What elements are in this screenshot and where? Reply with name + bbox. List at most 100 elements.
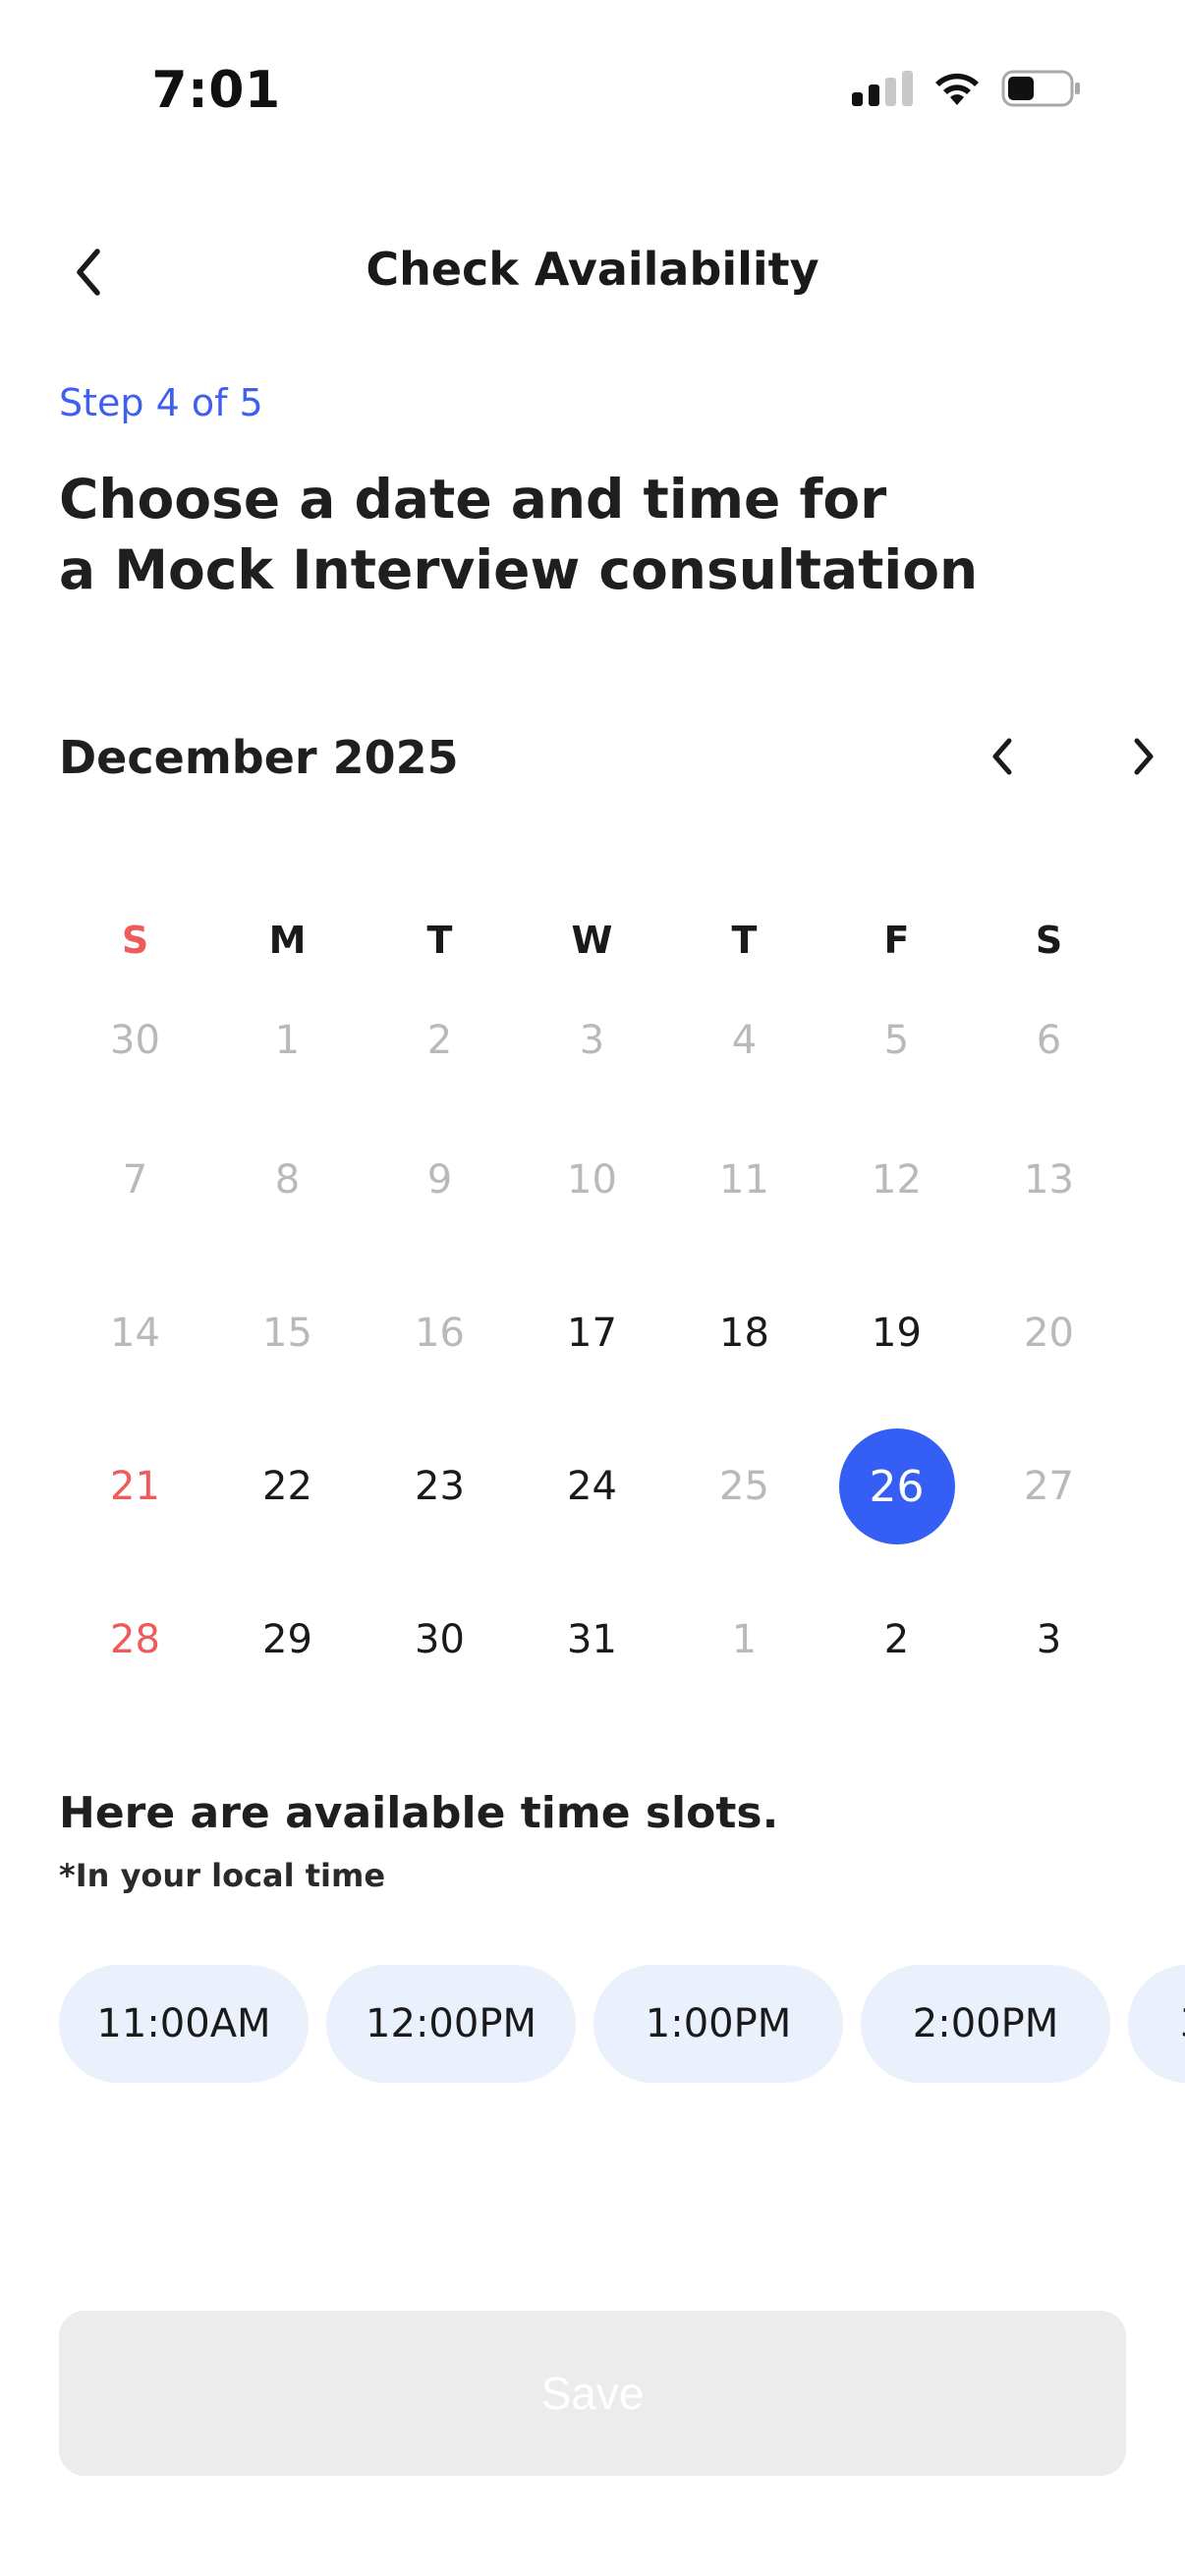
calendar-day: 1 — [668, 1563, 820, 1716]
calendar-day[interactable]: 17 — [516, 1257, 668, 1410]
time-slots-list[interactable]: 11:00AM12:00PM1:00PM2:00PM 3:00PM — [59, 1965, 1185, 2085]
calendar-day-number: 24 — [567, 1464, 617, 1509]
calendar-day-number: 17 — [567, 1311, 617, 1356]
wifi-icon — [932, 70, 982, 107]
calendar-day: 14 — [59, 1257, 211, 1410]
calendar-day-number: 30 — [110, 1018, 160, 1063]
calendar-day[interactable]: 30 — [364, 1563, 516, 1716]
calendar-day-number: 7 — [122, 1157, 148, 1203]
month-header: December 2025 — [59, 719, 1154, 798]
calendar-day[interactable]: 24 — [516, 1410, 668, 1563]
calendar-day-number: 20 — [1024, 1311, 1074, 1356]
cellular-signal-icon — [852, 71, 913, 106]
time-slot-chip[interactable]: 12:00PM — [326, 1965, 576, 2083]
weekday-sunday: S — [121, 919, 149, 962]
calendar-day-number: 3 — [579, 1018, 605, 1063]
calendar-day-number: 22 — [262, 1464, 312, 1509]
calendar-day-number: 6 — [1036, 1018, 1062, 1063]
calendar-day-number: 26 — [838, 1428, 955, 1544]
calendar-day: 8 — [211, 1103, 364, 1257]
calendar-day-number: 16 — [415, 1311, 465, 1356]
calendar-day-number: 28 — [110, 1617, 160, 1662]
calendar-day[interactable]: 28 — [59, 1563, 211, 1716]
status-time: 7:01 — [151, 61, 281, 120]
calendar-week-row: 21 22 23 24 25 26 27 — [59, 1410, 1126, 1563]
calendar-day: 6 — [973, 978, 1125, 1103]
time-slots-subtitle: *In your local time — [59, 1857, 386, 1894]
time-slot-chip[interactable]: 1:00PM — [593, 1965, 843, 2083]
calendar-day: 16 — [364, 1257, 516, 1410]
weekday-saturday: S — [1035, 919, 1063, 962]
page-heading-line-1: Choose a date and time for — [59, 468, 887, 531]
calendar-day[interactable]: 31 — [516, 1563, 668, 1716]
calendar-day-number: 15 — [262, 1311, 312, 1356]
calendar-day-selected[interactable]: 26 — [820, 1410, 973, 1563]
calendar-day: 4 — [668, 978, 820, 1103]
step-indicator: Step 4 of 5 — [59, 381, 263, 424]
calendar-day: 20 — [973, 1257, 1125, 1410]
weekday-friday: F — [883, 919, 910, 962]
calendar-day-number: 25 — [719, 1464, 769, 1509]
weekday-thursday: T — [731, 919, 758, 962]
calendar-day[interactable]: 29 — [211, 1563, 364, 1716]
calendar-day: 7 — [59, 1103, 211, 1257]
chevron-right-icon — [1134, 738, 1154, 775]
battery-icon — [1001, 69, 1082, 108]
calendar-day-number: 4 — [731, 1018, 758, 1063]
weekday-monday: M — [268, 919, 307, 962]
month-label: December 2025 — [59, 731, 459, 784]
calendar-day-number: 14 — [110, 1311, 160, 1356]
calendar-day[interactable]: 2 — [820, 1563, 973, 1716]
calendar-day[interactable]: 3 — [973, 1563, 1125, 1716]
calendar-day: 27 — [973, 1410, 1125, 1563]
calendar-day: 2 — [364, 978, 516, 1103]
time-slot-chip[interactable]: 2:00PM — [861, 1965, 1110, 2083]
time-slot-chip[interactable]: 3:00PM — [1128, 1965, 1185, 2083]
weekday-wednesday: W — [571, 919, 613, 962]
calendar-day-number: 27 — [1024, 1464, 1074, 1509]
previous-month-button[interactable] — [973, 727, 1032, 786]
calendar-day-number: 10 — [567, 1157, 617, 1203]
calendar-week-row: 30 1 2 3 4 5 6 — [59, 978, 1126, 1103]
calendar-day-number: 18 — [719, 1311, 769, 1356]
time-slots-title: Here are available time slots. — [59, 1788, 779, 1838]
save-button[interactable]: Save — [59, 2311, 1126, 2476]
calendar-day-number: 29 — [262, 1617, 312, 1662]
calendar-day: 3 — [516, 978, 668, 1103]
page-heading-line-2: a Mock Interview consultation — [59, 538, 979, 601]
calendar-day[interactable]: 22 — [211, 1410, 364, 1563]
time-slot-chip[interactable]: 11:00AM — [59, 1965, 309, 2083]
calendar-day-number: 23 — [415, 1464, 465, 1509]
calendar-week-row: 7 8 9 10 11 12 13 — [59, 1103, 1126, 1257]
calendar-day-number: 31 — [567, 1617, 617, 1662]
calendar-day[interactable]: 19 — [820, 1257, 973, 1410]
calendar-day: 30 — [59, 978, 211, 1103]
calendar-day-number: 3 — [1036, 1617, 1062, 1662]
calendar-day-number: 1 — [274, 1018, 301, 1063]
next-month-button[interactable] — [1114, 727, 1173, 786]
calendar-day: 11 — [668, 1103, 820, 1257]
calendar-day-number: 21 — [110, 1464, 160, 1509]
calendar-day-number: 19 — [872, 1311, 922, 1356]
calendar-week-row: 28 29 30 31 1 2 3 — [59, 1563, 1126, 1716]
calendar-weeks: 30 1 2 3 4 5 6 7 8 9 10 11 12 13 14 15 16 17 18 19 20 21 22 23 2… — [59, 978, 1126, 1716]
calendar-day[interactable]: 21 — [59, 1410, 211, 1563]
calendar-day-number: 13 — [1024, 1157, 1074, 1203]
calendar-day-number: 2 — [426, 1018, 453, 1063]
calendar-day-number: 8 — [274, 1157, 301, 1203]
calendar-day: 9 — [364, 1103, 516, 1257]
weekday-tuesday: T — [426, 919, 453, 962]
chevron-left-icon — [992, 738, 1012, 775]
calendar-day[interactable]: 18 — [668, 1257, 820, 1410]
calendar-day[interactable]: 23 — [364, 1410, 516, 1563]
calendar-day: 10 — [516, 1103, 668, 1257]
page-title: Check Availability — [366, 243, 819, 296]
calendar-day-number: 9 — [426, 1157, 453, 1203]
calendar-day: 1 — [211, 978, 364, 1103]
calendar-day-number: 2 — [883, 1617, 910, 1662]
calendar-day-number: 30 — [415, 1617, 465, 1662]
calendar-day-number: 12 — [872, 1157, 922, 1203]
calendar-grid: S M T W T F S 30 1 2 3 4 5 6 7 8 9 10 11 12 13 14 15 16 1… — [59, 904, 1126, 1716]
nav-header: Check Availability — [0, 221, 1185, 323]
calendar-week-row: 14 15 16 17 18 19 20 — [59, 1257, 1126, 1410]
